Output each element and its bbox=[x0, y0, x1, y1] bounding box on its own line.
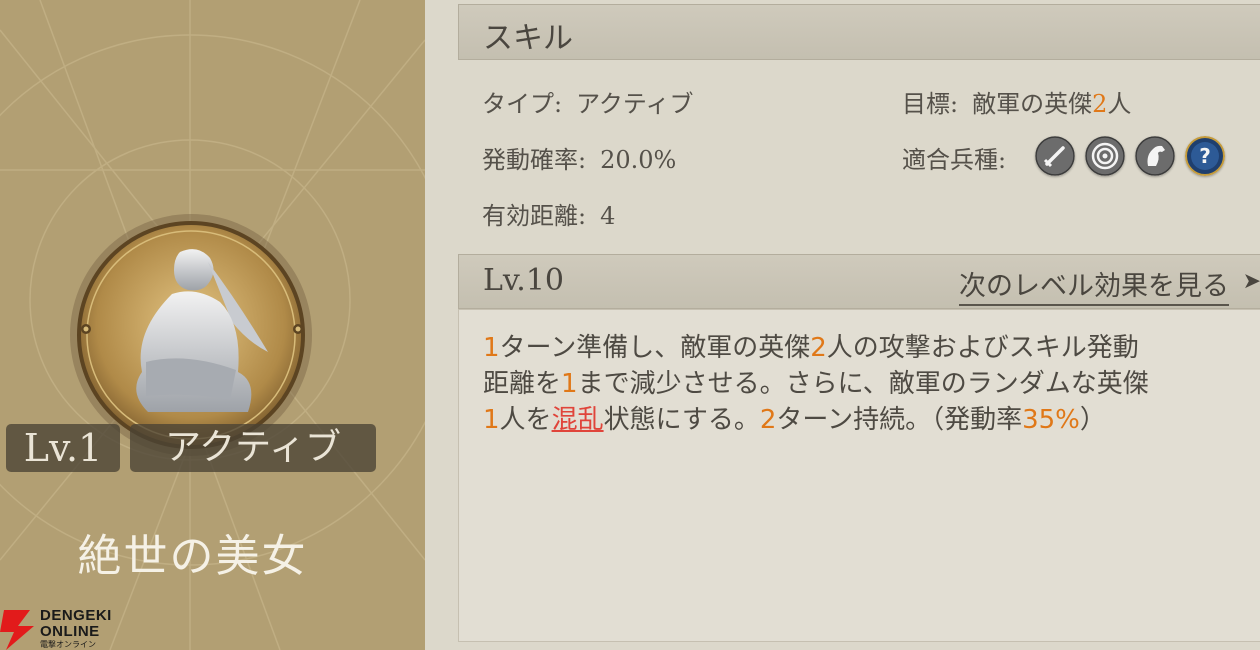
hero-portrait bbox=[70, 214, 312, 456]
desc-text: 状態にする。 bbox=[603, 405, 760, 435]
logo-line2: ONLINE bbox=[40, 623, 100, 640]
rate-label: 発動確率: bbox=[482, 146, 587, 174]
desc-text: ） bbox=[1079, 405, 1106, 435]
confusion-keyword-link[interactable]: 混乱 bbox=[552, 405, 604, 435]
logo-line3: 電撃オンライン bbox=[40, 640, 96, 649]
desc-num: 1 bbox=[483, 333, 500, 363]
stat-target: 目標: 敵軍の英傑2人 bbox=[902, 84, 1131, 119]
range-value: 4 bbox=[600, 202, 616, 230]
desc-text: 距離を bbox=[483, 369, 562, 399]
target-icon[interactable] bbox=[1085, 136, 1125, 176]
logo-line1: DENGEKI bbox=[40, 607, 112, 624]
skill-description-box: 1ターン準備し、敵軍の英傑2人の攻撃およびスキル発動 距離を1まで減少させる。さ… bbox=[458, 309, 1260, 642]
type-label: タイプ: bbox=[482, 90, 563, 118]
desc-text: ターン持続。（発動率 bbox=[776, 405, 1023, 435]
range-label: 有効距離: bbox=[482, 202, 587, 230]
type-value: アクティブ bbox=[576, 90, 694, 118]
desc-num: 1 bbox=[561, 369, 578, 399]
target-label: 目標: bbox=[902, 90, 959, 118]
description-line-3: 1人を混乱状態にする。2ターン持続。（発動率35%） bbox=[483, 402, 1243, 438]
sword-icon[interactable] bbox=[1035, 136, 1075, 176]
stat-unit-types: 適合兵種: bbox=[902, 140, 1020, 175]
skill-header-title: スキル bbox=[483, 21, 573, 56]
skill-level: Lv.10 bbox=[483, 263, 565, 298]
desc-num: 2 bbox=[810, 333, 827, 363]
stat-range: 有効距離: 4 bbox=[482, 196, 615, 231]
card-type-badge: アクティブ bbox=[130, 424, 376, 472]
stat-type: タイプ: アクティブ bbox=[482, 84, 693, 119]
description-line-2: 距離を1まで減少させる。さらに、敵軍のランダムな英傑 bbox=[483, 366, 1243, 402]
desc-num: 1 bbox=[483, 405, 500, 435]
unit-label: 適合兵種: bbox=[902, 146, 1007, 174]
skill-name: 絶世の美女 bbox=[77, 531, 308, 582]
skill-description: 1ターン準備し、敵軍の英傑2人の攻撃およびスキル発動 距離を1まで減少させる。さ… bbox=[483, 330, 1243, 438]
svg-text:?: ? bbox=[1199, 144, 1211, 168]
skill-card: Lv.1 アクティブ 絶世の美女 DENGEKI ONLINE 電撃オンライン bbox=[0, 0, 425, 650]
arrow-right-icon[interactable]: ➤ bbox=[1243, 269, 1260, 294]
desc-text: 人の攻撃およびスキル発動 bbox=[826, 333, 1139, 363]
rate-value: 20.0% bbox=[600, 146, 677, 174]
desc-text: まで減少させる。さらに、敵軍のランダムな英傑 bbox=[577, 369, 1149, 399]
card-level-badge: Lv.1 bbox=[6, 424, 120, 472]
dengeki-online-logo: DENGEKI ONLINE 電撃オンライン bbox=[0, 604, 130, 650]
unit-type-icons: ? bbox=[1035, 136, 1225, 178]
desc-num: 35% bbox=[1022, 405, 1080, 435]
horse-icon[interactable] bbox=[1135, 136, 1175, 176]
desc-text: ターン準備し、敵軍の英傑 bbox=[499, 333, 811, 363]
desc-text: 人を bbox=[499, 405, 552, 435]
level-section-header: Lv.10 次のレベル効果を見る ➤ bbox=[458, 254, 1260, 309]
description-line-1: 1ターン準備し、敵軍の英傑2人の攻撃およびスキル発動 bbox=[483, 330, 1243, 366]
desc-num: 2 bbox=[759, 405, 777, 435]
target-count: 2 bbox=[1092, 90, 1108, 118]
skill-section-header: スキル bbox=[458, 4, 1260, 60]
target-text: 敵軍の英傑 bbox=[972, 90, 1093, 118]
stat-activation-rate: 発動確率: 20.0% bbox=[482, 140, 676, 175]
lightning-icon bbox=[0, 610, 34, 650]
skill-detail-panel: スキル タイプ: アクティブ 発動確率: 20.0% 有効距離: 4 目標: 敵軍の英傑… bbox=[425, 0, 1260, 650]
next-level-effect-link[interactable]: 次のレベル効果を見る bbox=[959, 264, 1229, 306]
target-unit: 人 bbox=[1107, 90, 1132, 118]
question-icon[interactable]: ? bbox=[1185, 136, 1225, 176]
